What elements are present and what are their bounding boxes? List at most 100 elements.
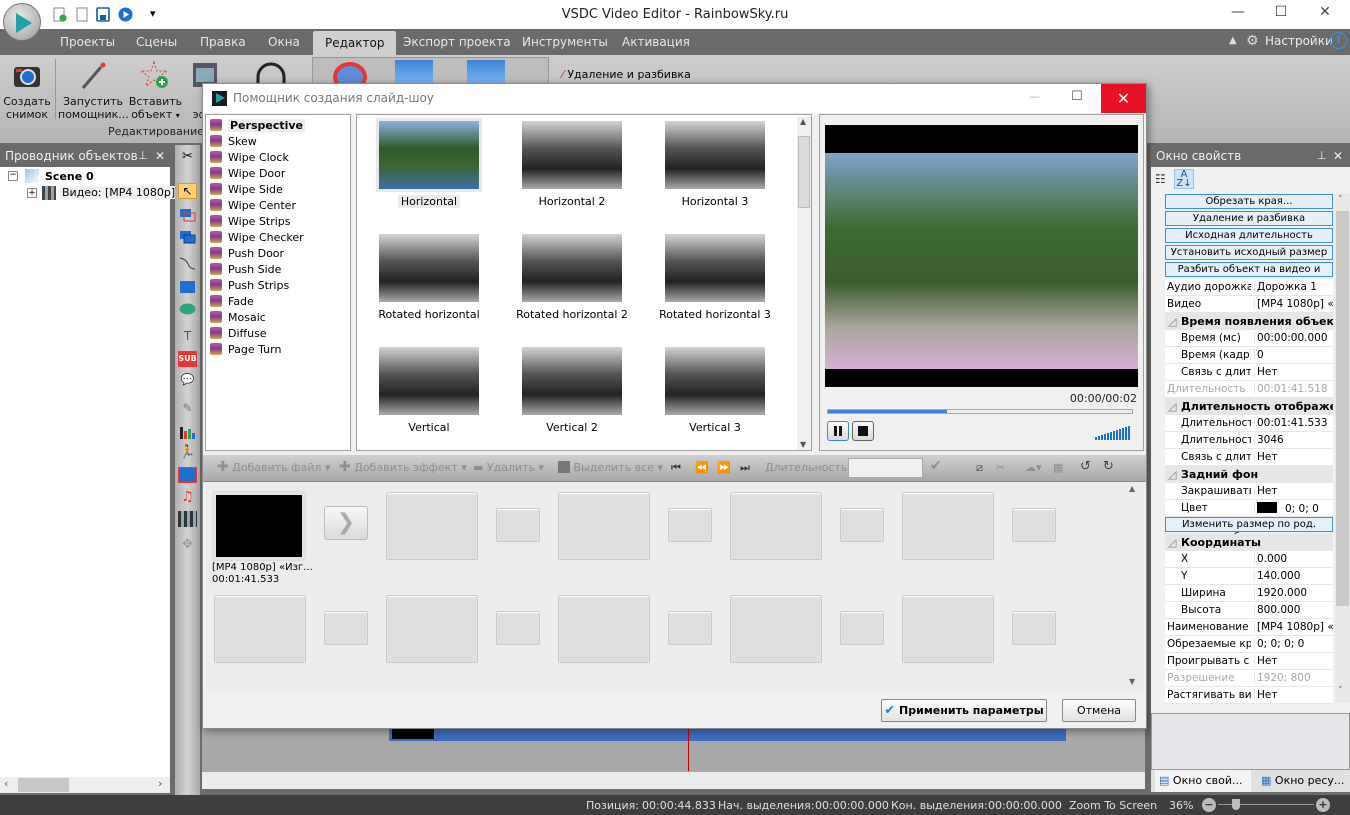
volume-icon[interactable] — [1095, 424, 1135, 443]
cut-icon[interactable]: ✂ — [996, 461, 1005, 474]
effect-item[interactable]: Wipe Door — [210, 166, 285, 182]
effect-thumbnail[interactable]: Horizontal — [359, 118, 499, 208]
duration-input[interactable] — [848, 458, 923, 478]
property-value[interactable]: 0 — [1254, 349, 1334, 361]
empty-slide-slot[interactable] — [730, 595, 822, 663]
collapse-section-icon[interactable]: ◿ — [1168, 398, 1176, 415]
minimize-button[interactable]: — — [1223, 4, 1253, 24]
empty-transition-slot[interactable] — [668, 508, 712, 542]
layer-down-icon[interactable] — [178, 229, 197, 245]
tab-properties-window[interactable]: ▤ Окно свой... — [1155, 770, 1251, 792]
property-value[interactable]: 00:01:41.518 — [1254, 383, 1334, 395]
property-value[interactable]: 1920.000 — [1254, 587, 1334, 599]
property-row[interactable]: Высота 800.000 — [1165, 602, 1333, 619]
pointer-icon[interactable]: ↖ — [178, 183, 197, 199]
scroll-thumb[interactable] — [1336, 211, 1349, 606]
last-slide-button[interactable]: ⏭ — [740, 461, 750, 475]
cut-split-button[interactable]: ⁄ Удаление и разбивка — [562, 68, 691, 81]
create-snapshot-button[interactable]: Создать снимок — [3, 59, 51, 121]
collapse-section-icon[interactable]: ◿ — [1168, 534, 1176, 551]
add-effect-button[interactable]: ✚ Добавить эффект ▾ — [339, 460, 467, 474]
tab-scenes[interactable]: Сцены — [126, 29, 187, 55]
timeline[interactable] — [202, 729, 1145, 789]
stop-button[interactable] — [852, 421, 874, 441]
section-coordinates[interactable]: ◿ Координаты — [1165, 534, 1333, 551]
property-row[interactable]: Цвет 0; 0; 0 — [1165, 500, 1333, 517]
settings-button[interactable]: Настройки — [1265, 34, 1333, 48]
collapse-section-icon[interactable]: ◿ — [1168, 466, 1176, 483]
property-row[interactable]: Проигрывать с к Нет — [1165, 653, 1333, 670]
layer-up-icon[interactable] — [178, 207, 197, 223]
effect-item[interactable]: Push Side — [210, 262, 281, 278]
image-icon[interactable] — [178, 467, 197, 483]
property-action-button[interactable]: Исходная длительность — [1165, 228, 1333, 243]
prev-slide-button[interactable]: ⏪ — [695, 461, 709, 474]
property-action-button[interactable]: Обрезать края... — [1165, 194, 1333, 209]
empty-slide-slot[interactable] — [214, 595, 306, 663]
zoom-slider-handle[interactable] — [1232, 799, 1240, 810]
property-row[interactable]: Обрезаемые кра 0; 0; 0; 0 — [1165, 636, 1333, 653]
section-appearance-time[interactable]: ◿ Время появления объекта — [1165, 313, 1333, 330]
property-value[interactable]: [MP4 1080p] «И — [1254, 621, 1334, 633]
resize-to-parent-button[interactable]: Изменить размер по род. объекту — [1165, 517, 1333, 543]
effect-item[interactable]: Wipe Checker — [210, 230, 304, 246]
effect-item[interactable]: Perspective — [210, 118, 306, 134]
empty-slide-slot[interactable] — [386, 492, 478, 560]
property-action-button[interactable]: Установить исходный размер — [1165, 245, 1333, 260]
collapse-ribbon-icon[interactable]: ▲ — [1229, 35, 1237, 46]
run-wizard-button[interactable]: Запустить помощник... — [58, 59, 129, 121]
property-value[interactable]: Дорожка 1 — [1254, 281, 1334, 293]
property-row[interactable]: Связь с длите Нет — [1165, 364, 1333, 381]
transition-arrow-button[interactable]: ❯ — [324, 506, 368, 540]
zoom-out-button[interactable]: − — [1202, 798, 1216, 812]
property-value[interactable]: 1920; 800 — [1254, 672, 1334, 684]
effect-item[interactable]: Mosaic — [210, 310, 266, 326]
effect-thumbnail[interactable]: Vertical 3 — [645, 347, 785, 434]
tree-item-scene[interactable]: Scene 0 — [45, 170, 94, 183]
scroll-up-icon[interactable]: ▲ — [800, 117, 806, 126]
tab-projects[interactable]: Проекты — [50, 29, 125, 55]
tab-activation[interactable]: Активация — [612, 29, 700, 55]
empty-slide-slot[interactable] — [558, 595, 650, 663]
effect-item[interactable]: Wipe Clock — [210, 150, 289, 166]
info-icon[interactable]: i — [1330, 32, 1347, 49]
sort-az-icon[interactable]: A Z↓ — [1174, 169, 1194, 189]
property-value[interactable]: Нет — [1254, 366, 1334, 378]
pen-icon[interactable]: ✎ — [178, 401, 197, 417]
scroll-thumb[interactable] — [18, 778, 69, 792]
effect-thumbnail[interactable]: Rotated horizontal 2 — [502, 234, 642, 321]
properties-scrollbar[interactable]: ˄ ˅ — [1335, 193, 1350, 703]
pin-icon[interactable]: ⊥ — [1317, 145, 1327, 167]
categorized-icon[interactable]: ☷ — [1155, 172, 1166, 186]
slide-thumbnail[interactable] — [213, 492, 305, 560]
empty-transition-slot[interactable] — [1012, 508, 1056, 542]
video-insert-icon[interactable] — [178, 511, 197, 527]
dialog-close-button[interactable]: ✕ — [1101, 84, 1146, 113]
property-row[interactable]: Ширина 1920.000 — [1165, 585, 1333, 602]
horizontal-scrollbar[interactable]: ‹ › — [0, 777, 170, 793]
rectangle-icon[interactable] — [178, 279, 197, 295]
maximize-button[interactable]: ☐ — [1266, 4, 1296, 24]
property-action-button[interactable]: Разбить объект на видео и аудио — [1165, 262, 1333, 288]
property-row[interactable]: Закрашивать Нет — [1165, 483, 1333, 500]
effect-thumbnail[interactable]: Horizontal 2 — [502, 121, 642, 208]
scroll-right-icon[interactable]: › — [158, 777, 162, 790]
property-action-button[interactable]: Удаление и разбивка — [1165, 211, 1333, 226]
cancel-button[interactable]: Отмена — [1062, 699, 1136, 722]
first-slide-button[interactable]: ⏮ — [671, 461, 681, 475]
effect-thumbnail[interactable]: Rotated horizontal 3 — [645, 234, 785, 321]
property-value[interactable]: 0.000 — [1254, 553, 1334, 565]
gear-icon[interactable]: ⚙ — [1246, 33, 1259, 49]
effect-item[interactable]: Diffuse — [210, 326, 267, 342]
property-value[interactable]: 3046 — [1254, 434, 1334, 446]
next-slide-button[interactable]: ⏩ — [717, 461, 731, 474]
property-row[interactable]: Аудио дорожка Дорожка 1 — [1165, 279, 1333, 296]
property-row[interactable]: Время (мс) 00:00:00.000 — [1165, 330, 1333, 347]
empty-transition-slot[interactable] — [324, 611, 368, 645]
timeline-clip[interactable] — [389, 729, 1066, 741]
property-row[interactable]: Y 140.000 — [1165, 568, 1333, 585]
property-value[interactable]: Нет — [1254, 451, 1334, 463]
balloons-effect-icon[interactable] — [395, 60, 433, 84]
effect-item[interactable]: Push Door — [210, 246, 284, 262]
property-row[interactable]: X 0.000 — [1165, 551, 1333, 568]
